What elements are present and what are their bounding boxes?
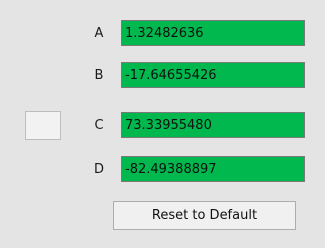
value-field-a[interactable] xyxy=(121,20,305,46)
label-a: A xyxy=(94,26,104,41)
label-c: C xyxy=(94,118,104,133)
value-field-c[interactable] xyxy=(121,112,305,138)
coefficient-panel: A B C D Reset to Default xyxy=(0,0,325,248)
value-field-b[interactable] xyxy=(121,62,305,88)
reset-to-default-button[interactable]: Reset to Default xyxy=(113,201,296,230)
label-b: B xyxy=(94,68,104,83)
value-field-d[interactable] xyxy=(121,156,305,182)
color-swatch[interactable] xyxy=(25,111,61,140)
label-d: D xyxy=(93,162,104,177)
